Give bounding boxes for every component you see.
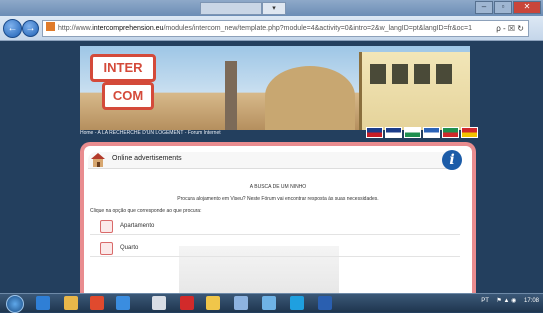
tram-image xyxy=(359,52,470,130)
address-bar-icons[interactable]: ρ - ☒ ↻ xyxy=(496,21,524,36)
cathedral-image xyxy=(265,66,355,130)
tram-window xyxy=(392,64,408,84)
messenger-icon[interactable] xyxy=(152,296,166,310)
back-arrow-icon[interactable]: ← xyxy=(3,19,22,38)
maximize-button[interactable]: ▫ xyxy=(494,1,512,14)
ie-icon[interactable] xyxy=(36,296,50,310)
flag-portuguese[interactable] xyxy=(442,127,459,138)
address-prefix: http://www. xyxy=(58,25,93,32)
logo-com-text: COM xyxy=(102,82,154,110)
tab-strip[interactable] xyxy=(200,2,262,15)
intercom-logo[interactable]: INTER COM xyxy=(90,54,162,120)
folder-icon[interactable] xyxy=(206,296,220,310)
flag-greek[interactable] xyxy=(423,127,440,138)
web-page: INTER COM Home - A LA RECHERCHE D'UN LOG… xyxy=(0,41,543,306)
flag-spanish[interactable] xyxy=(461,127,478,138)
site-banner: INTER COM xyxy=(80,46,470,130)
section-heading: A BUSCA DE UM NINHO xyxy=(249,184,307,190)
system-tray[interactable]: PT ⚑ ▲ ◉ 17:08 xyxy=(481,297,539,304)
skype-icon[interactable] xyxy=(290,296,304,310)
windows-taskbar: PT ⚑ ▲ ◉ 17:08 xyxy=(0,293,543,313)
paint-icon[interactable] xyxy=(234,296,248,310)
clock[interactable]: 17:08 xyxy=(524,298,539,304)
window-titlebar: ▾ – ▫ ✕ xyxy=(0,0,543,16)
language-indicator[interactable]: PT xyxy=(481,298,489,304)
info-icon[interactable]: i xyxy=(442,150,462,170)
language-flags xyxy=(366,127,478,138)
card-title: Online advertisements xyxy=(112,155,182,162)
option-quarto[interactable]: Quarto xyxy=(90,242,460,257)
explorer-icon[interactable] xyxy=(64,296,78,310)
word-icon[interactable] xyxy=(318,296,332,310)
navigation-bar: ← → http://www.intercomprehension.eu/mod… xyxy=(0,16,543,41)
tram-window xyxy=(370,64,386,84)
instruction-text: Clique na opção que corresponde ao que p… xyxy=(90,208,202,214)
house-icon xyxy=(91,153,105,167)
statue-image xyxy=(225,61,237,130)
flag-english[interactable] xyxy=(366,127,383,138)
option-apartamento[interactable]: Apartamento xyxy=(90,220,460,235)
network-icon[interactable] xyxy=(262,296,276,310)
window-controls: – ▫ ✕ xyxy=(475,1,541,14)
start-button[interactable] xyxy=(6,295,24,313)
tram-window xyxy=(436,64,452,84)
flag-bulgarian[interactable] xyxy=(404,127,421,138)
content-card: Online advertisements i A BUSCA DE UM NI… xyxy=(80,142,476,306)
acrobat-icon[interactable] xyxy=(180,296,194,310)
close-button[interactable]: ✕ xyxy=(513,1,541,14)
card-header: Online advertisements xyxy=(88,152,448,169)
favicon-icon xyxy=(46,22,55,31)
tab-dropdown-button[interactable]: ▾ xyxy=(262,2,286,15)
flag-french[interactable] xyxy=(385,127,402,138)
address-path: /modules/intercom_new/template.php?modul… xyxy=(163,25,473,32)
address-domain: intercomprehension.eu xyxy=(92,25,164,32)
room-icon xyxy=(100,242,113,255)
media-player-icon[interactable] xyxy=(116,296,130,310)
option-label: Apartamento xyxy=(120,223,155,229)
minimize-button[interactable]: – xyxy=(475,1,493,14)
intro-text: Procura alojamento em Viseu? Neste Fórum… xyxy=(177,196,379,202)
breadcrumb[interactable]: Home - A LA RECHERCHE D'UN LOGEMENT - Fo… xyxy=(80,130,221,136)
firefox-icon[interactable] xyxy=(90,296,104,310)
forward-arrow-icon[interactable]: → xyxy=(22,20,39,37)
address-bar[interactable]: http://www.intercomprehension.eu/modules… xyxy=(42,20,529,37)
logo-inter-text: INTER xyxy=(90,54,156,82)
apartment-icon xyxy=(100,220,113,233)
option-label: Quarto xyxy=(120,245,139,251)
tram-window xyxy=(414,64,430,84)
